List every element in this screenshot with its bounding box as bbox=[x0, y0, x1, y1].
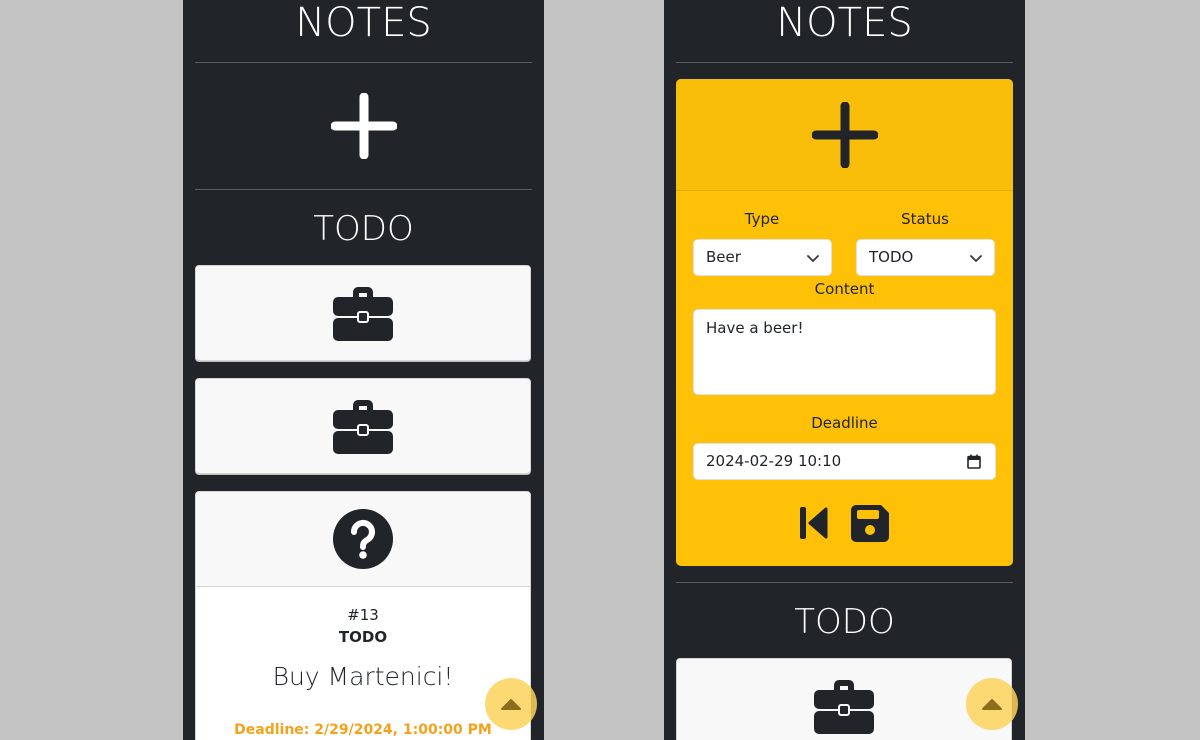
deadline-label: Deadline bbox=[811, 414, 878, 432]
scroll-to-top-button[interactable] bbox=[966, 678, 1018, 730]
calendar-icon[interactable] bbox=[967, 454, 981, 469]
note-content: Buy Martenici! bbox=[272, 662, 454, 691]
app-title: NOTES bbox=[295, 0, 432, 46]
content-label: Content bbox=[814, 280, 875, 298]
section-title-todo: TODO bbox=[313, 209, 414, 249]
skip-back-icon[interactable] bbox=[799, 506, 829, 540]
notes-app-screen-left: NOTES TODO #13 TODO Buy Martenici! Deadl… bbox=[183, 0, 544, 740]
note-card-header[interactable] bbox=[196, 492, 530, 587]
app-title: NOTES bbox=[776, 0, 913, 46]
briefcase-icon bbox=[333, 287, 393, 341]
caret-up-icon bbox=[982, 699, 1002, 710]
scroll-to-top-button[interactable] bbox=[485, 678, 537, 730]
note-id: #13 bbox=[347, 606, 379, 624]
type-select[interactable]: Beer bbox=[693, 239, 832, 276]
note-status: TODO bbox=[338, 628, 388, 646]
save-icon[interactable] bbox=[851, 505, 889, 542]
status-label: Status bbox=[901, 210, 949, 228]
type-label: Type bbox=[744, 210, 780, 228]
note-card-collapsed[interactable] bbox=[195, 265, 531, 361]
divider bbox=[676, 62, 1013, 63]
section-title-todo: TODO bbox=[794, 602, 895, 642]
add-note-button[interactable] bbox=[676, 79, 1013, 191]
chevron-down-icon bbox=[970, 255, 982, 262]
type-select-value: Beer bbox=[706, 248, 741, 266]
note-card-collapsed[interactable] bbox=[676, 658, 1012, 740]
status-select[interactable]: TODO bbox=[856, 239, 995, 276]
note-card-collapsed[interactable] bbox=[195, 378, 531, 474]
add-note-button[interactable] bbox=[195, 64, 532, 188]
divider bbox=[195, 189, 532, 190]
status-select-value: TODO bbox=[869, 248, 914, 266]
briefcase-icon bbox=[814, 680, 874, 734]
caret-up-icon bbox=[501, 699, 521, 710]
note-card-expanded[interactable]: #13 TODO Buy Martenici! Deadline: 2/29/2… bbox=[195, 491, 531, 740]
notes-app-screen-right: NOTES Type Status Beer TODO Content Have… bbox=[664, 0, 1025, 740]
note-deadline: Deadline: 2/29/2024, 1:00:00 PM bbox=[234, 722, 492, 738]
content-textarea[interactable]: Have a beer! bbox=[693, 309, 996, 395]
divider bbox=[195, 62, 532, 63]
plus-icon bbox=[811, 101, 878, 168]
chevron-down-icon bbox=[807, 255, 819, 262]
plus-icon bbox=[330, 93, 397, 159]
new-note-form: Type Status Beer TODO Content Have a bee… bbox=[676, 79, 1013, 566]
divider bbox=[676, 582, 1013, 583]
deadline-input[interactable]: 2024-02-29 10:10 bbox=[693, 443, 996, 480]
deadline-value: 2024-02-29 10:10 bbox=[706, 452, 842, 470]
question-circle-icon bbox=[333, 509, 393, 569]
briefcase-icon bbox=[333, 400, 393, 454]
